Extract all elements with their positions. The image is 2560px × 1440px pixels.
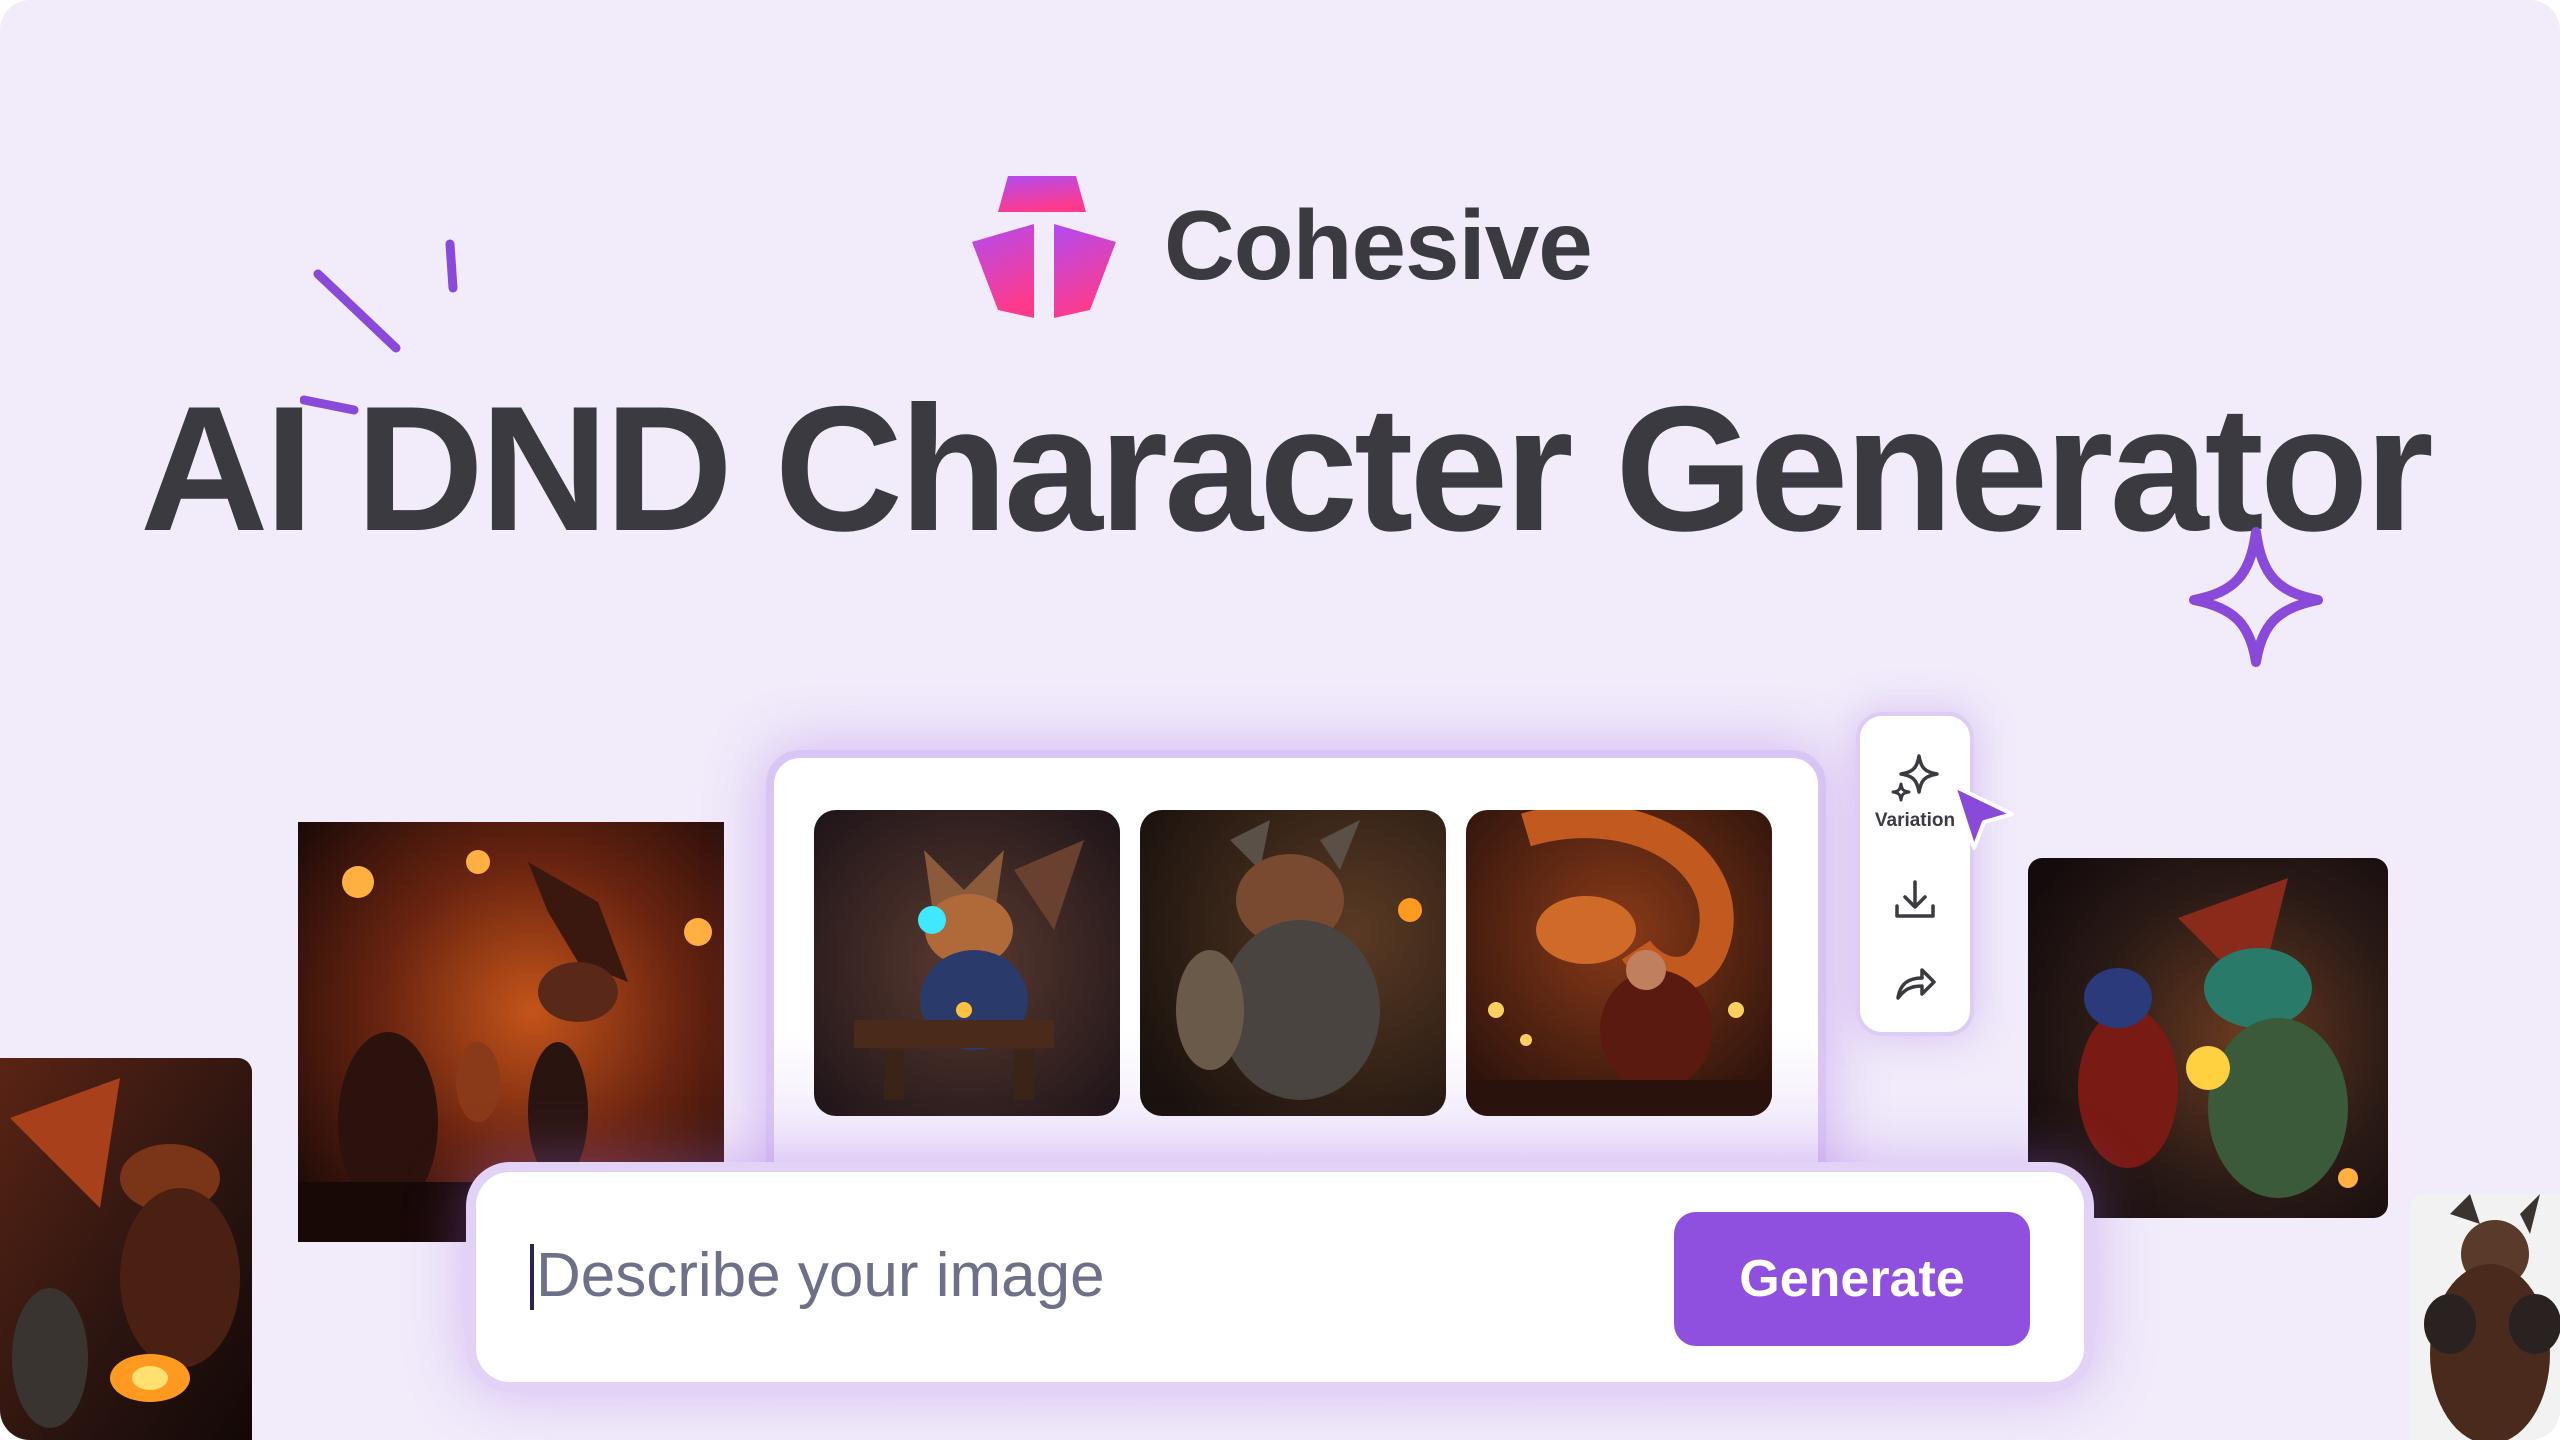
brand[interactable]: Cohesive [968, 170, 1593, 320]
hero-banner: Cohesive AI DND Character Generator Vari… [0, 0, 2560, 1440]
sparkle-icon [2189, 527, 2323, 667]
share-arrow-icon [1896, 968, 1936, 1000]
sparkle-icon [1891, 754, 1939, 802]
armored-warrior-image [2410, 1194, 2560, 1440]
download-icon [1895, 880, 1935, 918]
download-button[interactable] [1860, 876, 1970, 924]
brand-name: Cohesive [1164, 190, 1593, 300]
generate-button[interactable]: Generate [1674, 1212, 2030, 1346]
generated-image-1[interactable] [814, 810, 1120, 1116]
share-button[interactable] [1860, 960, 1970, 1006]
cohesive-logo-icon [972, 176, 1116, 318]
image-action-toolbar: Variation [1856, 712, 1974, 1036]
cursor-pointer-icon [1952, 784, 2014, 850]
variation-label: Variation [1874, 810, 1956, 831]
dragon-forge-image [0, 1058, 252, 1440]
page-title: AI DND Character Generator [140, 369, 2434, 568]
prompt-bar: Generate [466, 1162, 2094, 1392]
generated-image-2[interactable] [1140, 810, 1446, 1116]
generated-image-3[interactable] [1466, 810, 1772, 1116]
prompt-input[interactable] [534, 1224, 1618, 1326]
goblin-dragon-image [2028, 858, 2388, 1218]
